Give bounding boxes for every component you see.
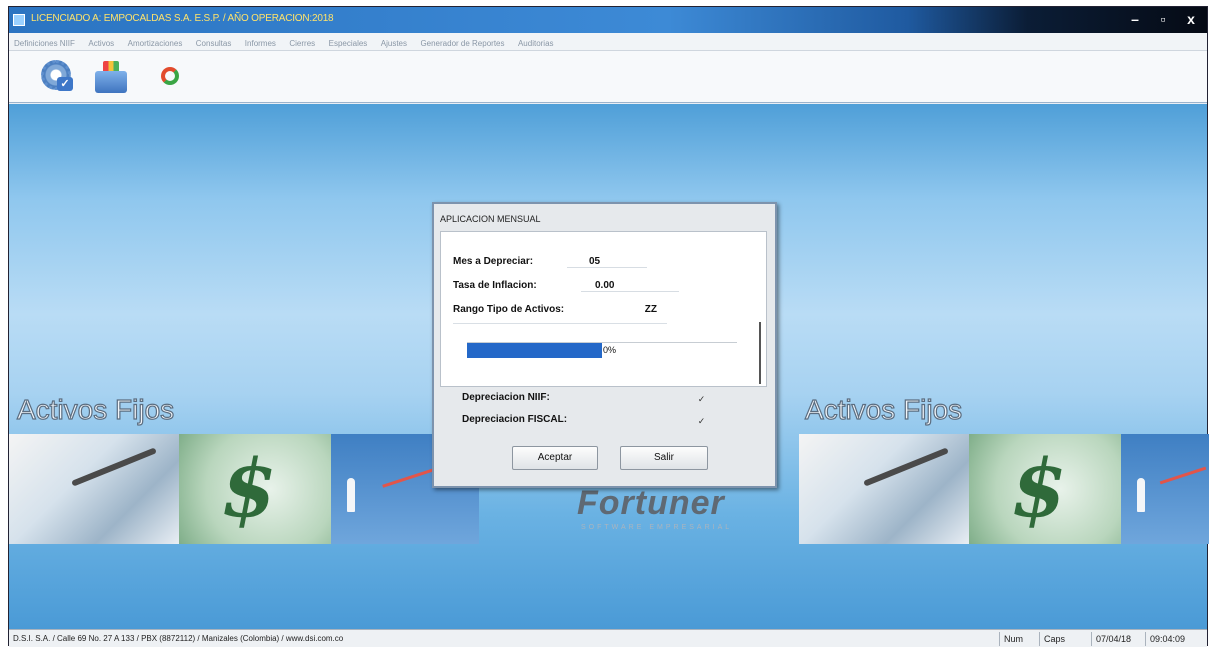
checkmark-icon: ✓ xyxy=(57,77,73,91)
aceptar-button[interactable]: Aceptar xyxy=(512,446,598,470)
fortuner-tagline: SOFTWARE EMPRESARIAL xyxy=(581,524,733,531)
depreciacion-niif-checkbox[interactable]: ✓ xyxy=(696,394,707,405)
menu-bar: Definiciones NIIF Activos Amortizaciones… xyxy=(9,33,1207,51)
depreciacion-niif-label: Depreciacion NIIF: xyxy=(462,392,550,403)
tasa-label: Tasa de Inflacion: xyxy=(453,280,537,291)
progress-percent: 0% xyxy=(603,345,617,355)
caps-lock-indicator: Caps xyxy=(1039,632,1091,646)
pen-icon xyxy=(71,447,157,487)
settings-check-button[interactable]: ✓ xyxy=(39,57,77,95)
toolbox-icon xyxy=(95,71,127,93)
dialog-title: APLICACION MENSUAL xyxy=(440,214,541,224)
minimize-button[interactable]: – xyxy=(1121,9,1149,29)
activos-fijos-caption-right: Activos Fijos xyxy=(804,393,963,425)
pen-image-panel-right xyxy=(799,434,969,544)
dollar-sign-icon: $ xyxy=(221,441,277,535)
dialog-content-panel: Mes a Depreciar: 05 Tasa de Inflacion: 0… xyxy=(440,231,767,387)
refresh-button[interactable] xyxy=(159,65,183,89)
trend-line-icon-right xyxy=(1159,466,1207,485)
aplicacion-mensual-dialog: APLICACION MENSUAL Mes a Depreciar: 05 T… xyxy=(432,202,777,488)
depreciacion-fiscal-checkbox[interactable]: ✓ xyxy=(696,416,707,427)
progress-bar-fill xyxy=(467,343,602,358)
restore-button[interactable]: ▫ xyxy=(1149,9,1177,29)
menu-cierres[interactable]: Cierres xyxy=(284,35,319,48)
panel-edge xyxy=(759,322,761,384)
chart-image-panel-right xyxy=(1121,434,1209,544)
menu-ajustes[interactable]: Ajustes xyxy=(376,35,411,48)
menu-amortizaciones[interactable]: Amortizaciones xyxy=(123,35,187,48)
num-lock-indicator: Num xyxy=(999,632,1039,646)
menu-activos[interactable]: Activos xyxy=(83,35,118,48)
divider xyxy=(453,323,667,324)
app-icon xyxy=(13,14,25,26)
refresh-icon xyxy=(161,67,179,85)
menu-definiciones-niif[interactable]: Definiciones NIIF xyxy=(9,35,79,48)
menu-consultas[interactable]: Consultas xyxy=(191,35,236,48)
status-date: 07/04/18 xyxy=(1091,632,1145,646)
close-button[interactable]: x xyxy=(1177,9,1205,29)
toolbar: ✓ xyxy=(9,51,1207,103)
money-image-panel-right: $ xyxy=(969,434,1121,544)
mes-field[interactable]: 05 xyxy=(567,256,647,268)
rango-field[interactable]: ZZ xyxy=(621,304,661,315)
tasa-field[interactable]: 0.00 xyxy=(581,280,679,292)
salir-button[interactable]: Salir xyxy=(620,446,708,470)
title-bar: LICENCIADO A: EMPOCALDAS S.A. E.S.P. / A… xyxy=(9,7,1207,33)
menu-especiales[interactable]: Especiales xyxy=(324,35,372,48)
window-title: LICENCIADO A: EMPOCALDAS S.A. E.S.P. / A… xyxy=(31,13,334,24)
pen-image-panel xyxy=(9,434,179,544)
person-icon xyxy=(347,478,355,512)
dollar-sign-icon-right: $ xyxy=(1011,441,1067,535)
status-bar: D.S.I. S.A. / Calle 69 No. 27 A 133 / PB… xyxy=(9,629,1207,647)
rango-label: Rango Tipo de Activos: xyxy=(453,304,565,315)
status-time: 09:04:09 xyxy=(1145,632,1207,646)
depreciacion-fiscal-label: Depreciacion FISCAL: xyxy=(462,414,568,425)
fortuner-logo: Fortuner xyxy=(577,484,725,522)
company-info: D.S.I. S.A. / Calle 69 No. 27 A 133 / PB… xyxy=(13,634,344,643)
menu-generador-de-reportes[interactable]: Generador de Reportes xyxy=(415,35,508,48)
money-image-panel: $ xyxy=(179,434,331,544)
mes-label: Mes a Depreciar: xyxy=(453,256,534,267)
activos-fijos-caption-left: Activos Fijos xyxy=(16,393,175,425)
progress-bar: 0% xyxy=(467,342,737,358)
person-icon-right xyxy=(1137,478,1145,512)
menu-auditorias[interactable]: Auditorias xyxy=(513,35,558,48)
pen-icon-right xyxy=(863,447,949,487)
menu-informes[interactable]: Informes xyxy=(240,35,280,48)
toolbox-button[interactable] xyxy=(93,57,131,95)
